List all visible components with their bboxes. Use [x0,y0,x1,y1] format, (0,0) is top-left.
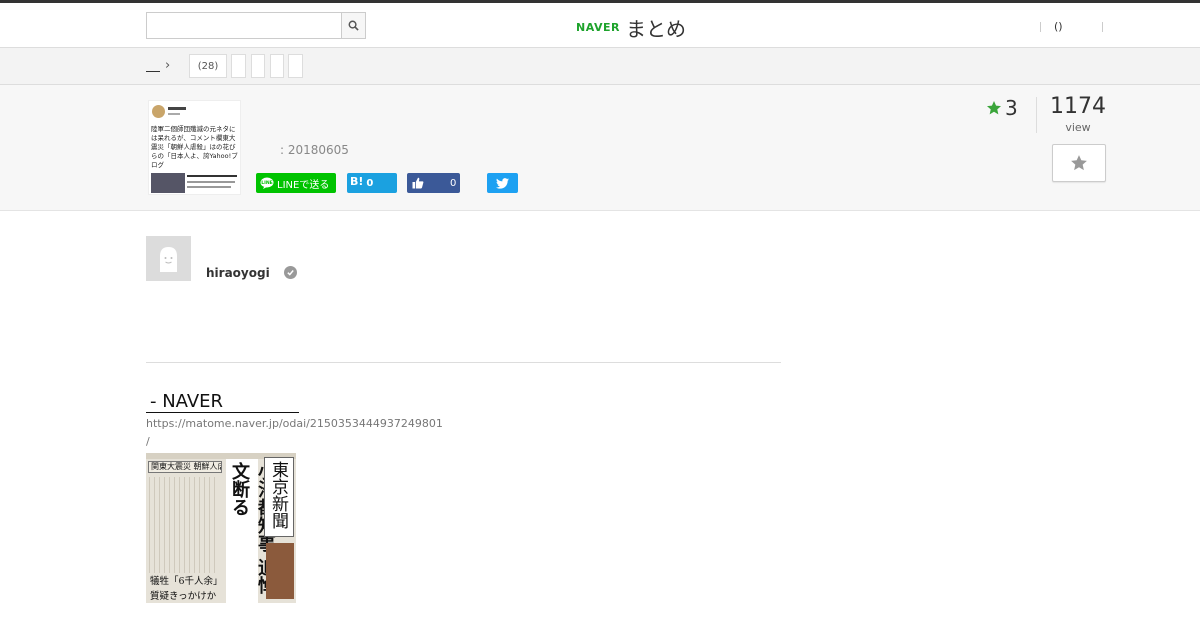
svg-text:LINE: LINE [261,180,273,186]
star-icon [987,101,1001,115]
breadcrumb-home-link[interactable] [146,56,160,72]
favorite-count-value: 3 [1005,96,1018,120]
facebook-like-button[interactable]: 0 [407,173,460,193]
favorite-count: 3 [986,96,1018,120]
thumbs-up-icon [412,177,424,189]
tag-chip-label: (28) [197,60,219,72]
view-label: view [1065,121,1091,134]
user-link[interactable]: () [1054,20,1063,33]
site-logo[interactable]: NAVER まとめ [576,13,686,42]
hatena-bookmark-button[interactable]: B! 0 [347,173,397,193]
facebook-like-count: 0 [450,177,457,189]
matome-summary: 陸軍二個師団殲滅の元ネタには呆れるが、コメント欄東大震災「朝鮮人虐殺」はの花びら… [0,85,1200,211]
line-share-button[interactable]: LINE LINEで送る [256,173,336,193]
star-outline-icon [1071,155,1087,171]
tweet-avatar [152,105,165,118]
verified-badge-icon [284,266,297,279]
tweet-handle-line [168,113,180,115]
link-title[interactable]: - NAVER [146,391,299,413]
header-user-links: () [1040,20,1103,33]
chevron-right-icon: › [165,58,171,73]
author-avatar[interactable] [146,236,191,281]
tag-chip[interactable] [288,54,303,78]
search-button[interactable] [341,13,365,38]
divider [1036,97,1037,133]
newspaper-nameplate-box: 東京新聞 [264,457,294,537]
divider [1040,21,1041,32]
newspaper-headline-panel: 小池都知事 追悼文断る [226,459,276,603]
thumbnail-photo [151,173,185,193]
breadcrumb: › (28) [0,48,1200,85]
favorite-button[interactable] [1052,144,1106,182]
newspaper-caption-1: 犠牲「6千人余」 [150,576,223,587]
divider [1101,21,1103,32]
link-url[interactable]: https://matome.naver.jp/odai/21503534449… [146,417,443,430]
tag-chip[interactable] [251,54,265,78]
view-count: 1174 [1050,94,1106,119]
line-icon: LINE [260,177,274,189]
top-header: NAVER まとめ () [0,0,1200,48]
updated-date: : 20180605 [280,143,349,157]
hatena-icon: B! [350,174,364,188]
search-box [146,12,366,39]
tweet-user-line [168,107,186,110]
tag-chip[interactable] [231,54,246,78]
thumbnail-caption-line [187,175,237,177]
newspaper-nameplate: 東京新聞 [268,461,288,529]
twitter-bird-icon [496,177,509,189]
search-icon [348,20,359,31]
thumbnail-text: 陸軍二個師団殲滅の元ネタには呆れるが、コメント欄東大震災「朝鮮人虐殺」はの花びら… [151,125,238,169]
link-source: / [146,435,150,448]
newspaper-subhead: 関東大震災 朝鮮人虐殺 [148,461,222,473]
line-share-label: LINEで送る [277,179,330,191]
search-input[interactable] [147,13,341,38]
twitter-share-button[interactable] [487,173,518,193]
hatena-count: 0 [366,177,374,189]
newspaper-ad-photo [266,543,294,599]
logo-brand: NAVER [576,21,620,34]
section-divider [146,362,781,363]
default-avatar-icon [146,236,191,281]
matome-thumbnail[interactable]: 陸軍二個師団殲滅の元ネタには呆れるが、コメント欄東大震災「朝鮮人虐殺」はの花びら… [148,100,241,195]
tag-chip[interactable] [270,54,284,78]
newspaper-caption-2: 質疑きっかけか [150,591,217,602]
author-name[interactable]: hiraoyogi [206,266,270,280]
thumbnail-caption-line [187,181,235,183]
logo-product: まとめ [625,17,686,41]
check-icon [287,270,294,276]
newspaper-image[interactable]: 関東大震災 朝鮮人虐殺 小池都知事 追悼文断る 東京新聞 犠牲「6千人余」 質疑… [146,453,296,603]
newspaper-article-text [149,477,219,573]
thumbnail-caption-line [187,186,231,188]
tag-chip-count[interactable]: (28) [189,54,227,78]
